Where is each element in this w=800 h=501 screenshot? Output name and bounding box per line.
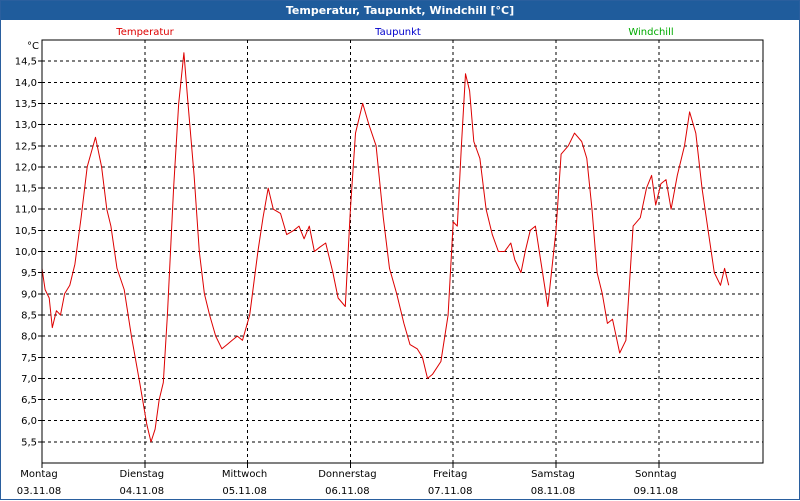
y-tick-label: 8,5 (21, 310, 37, 321)
y-tick-label: 12,0 (15, 162, 37, 173)
x-weekday-label: Mittwoch (222, 469, 267, 480)
x-date-label: 09.11.08 (634, 486, 679, 497)
x-weekday-label: Freitag (433, 469, 467, 480)
y-tick-label: 11,0 (15, 205, 37, 216)
y-tick-label: 14,0 (15, 78, 37, 89)
x-date-label: 04.11.08 (120, 486, 165, 497)
x-weekday-label: Samstag (531, 469, 575, 480)
y-tick-label: 6,5 (21, 395, 37, 406)
y-tick-label: 8,0 (21, 332, 37, 343)
y-tick-label: 9,5 (21, 268, 37, 279)
y-tick-label: 11,5 (15, 184, 37, 195)
x-date-label: 03.11.08 (17, 486, 62, 497)
legend-temperatur: Temperatur (115, 27, 174, 38)
y-unit-label: °C (27, 41, 39, 52)
y-tick-label: 14,5 (15, 57, 37, 68)
axis-labels: 5,5 6,0 6,5 7,0 7,5 8,0 8,5 9,0 9,5 10,0 10,5 11,0 1… (15, 27, 678, 497)
y-tick-label: 6,0 (21, 416, 37, 427)
y-tick-label: 7,5 (21, 353, 37, 364)
y-tick-label: 5,5 (21, 437, 37, 448)
line-chart: 5,5 6,0 6,5 7,0 7,5 8,0 8,5 9,0 9,5 10,0 10,5 11,0 1… (15, 27, 764, 497)
x-weekday-label: Dienstag (120, 469, 165, 480)
y-tick-label: 9,0 (21, 289, 37, 300)
x-date-label: 08.11.08 (531, 486, 576, 497)
y-tick-label: 13,5 (15, 99, 37, 110)
grid-lines (38, 40, 763, 468)
legend-taupunkt: Taupunkt (374, 27, 421, 38)
x-weekday-label: Montag (20, 469, 57, 480)
y-tick-label: 10,0 (15, 247, 37, 258)
x-date-label: 05.11.08 (222, 486, 267, 497)
x-weekday-label: Sonntag (635, 469, 677, 480)
x-date-label: 07.11.08 (428, 486, 473, 497)
y-tick-label: 12,5 (15, 141, 37, 152)
y-tick-label: 13,0 (15, 120, 37, 131)
legend-windchill: Windchill (628, 27, 673, 38)
x-weekday-label: Donnerstag (318, 469, 376, 480)
y-tick-label: 7,0 (21, 374, 37, 385)
chart-window: Temperatur, Taupunkt, Windchill [°C] 5,5… (0, 0, 800, 500)
x-date-label: 06.11.08 (325, 486, 370, 497)
y-tick-label: 10,5 (15, 226, 37, 237)
